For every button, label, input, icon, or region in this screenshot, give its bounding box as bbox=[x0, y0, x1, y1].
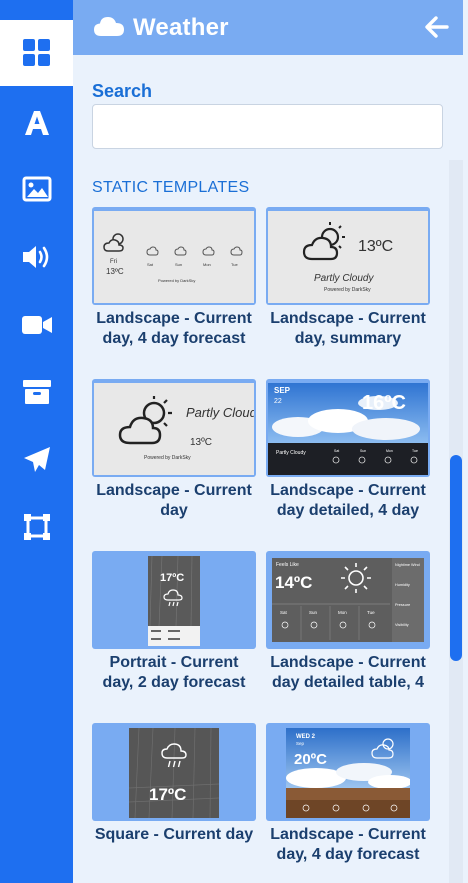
day-label: Sun bbox=[175, 262, 182, 267]
summary-preview: 13ºC Partly Cloudy Powered by DarkSky bbox=[302, 222, 393, 293]
search-input[interactable] bbox=[92, 104, 443, 149]
temp-label: 16ºC bbox=[362, 392, 406, 414]
side-label: Humidity bbox=[395, 583, 410, 587]
rail-item-image[interactable] bbox=[0, 156, 73, 222]
partly-cloudy-icon bbox=[302, 222, 345, 261]
template-thumbnail[interactable]: Partly Cloudy 13ºC Powered by DarkSky bbox=[92, 379, 256, 477]
temp-label: 13ºC bbox=[190, 437, 212, 448]
template-caption: Landscape - Current day detailed, 4 day bbox=[270, 482, 426, 519]
temp-label: 17ºC bbox=[149, 785, 186, 804]
left-rail bbox=[0, 0, 73, 883]
template-thumbnail[interactable]: SEP 22 16ºC Partly Cloudy Sat Sun Mon Tu… bbox=[266, 379, 430, 477]
rail-item-grid[interactable] bbox=[0, 20, 73, 86]
template-card[interactable]: Feels Like 14ºC Sat Sun Mon Tue Nightime… bbox=[266, 551, 430, 693]
portrait-preview: 17ºC bbox=[148, 555, 200, 646]
template-thumbnail[interactable]: 17ºC bbox=[92, 723, 256, 821]
weather-panel: Weather Search STATIC TEMPLATES Fri 13ºC… bbox=[73, 0, 468, 883]
template-thumbnail[interactable]: Fri 13ºC Sat Sun Mon Tue Powered by Dark… bbox=[92, 207, 256, 305]
template-caption: Landscape - Current day, 4 day forecast bbox=[96, 310, 252, 347]
side-label: Visibility bbox=[395, 623, 409, 627]
template-caption: Landscape - Current day, 4 day forecast bbox=[270, 826, 426, 863]
powered-by-label: Powered by DarkSky bbox=[144, 455, 191, 461]
powered-by-label: Powered by DarkSky bbox=[158, 278, 195, 283]
side-label: Pressure bbox=[395, 603, 410, 607]
scrollbar-thumb[interactable] bbox=[450, 455, 462, 661]
text-icon bbox=[24, 111, 49, 135]
day-label: Sun bbox=[309, 610, 318, 615]
template-thumbnail[interactable]: WED 2 Sep 20ºC bbox=[266, 723, 430, 821]
temp-label: 13ºC bbox=[106, 267, 124, 276]
template-thumbnail[interactable]: Feels Like 14ºC Sat Sun Mon Tue Nightime… bbox=[266, 551, 430, 649]
image-icon bbox=[22, 176, 51, 202]
template-card[interactable]: 13ºC Partly Cloudy Powered by DarkSky La… bbox=[266, 207, 430, 349]
panel-title: Weather bbox=[133, 14, 229, 41]
template-card[interactable]: Fri 13ºC Sat Sun Mon Tue Powered by Dark… bbox=[92, 207, 256, 349]
square-preview: 17ºC bbox=[128, 727, 220, 819]
date-label: 22 bbox=[274, 398, 282, 405]
template-thumbnail[interactable]: 17ºC bbox=[92, 551, 256, 649]
archive-icon bbox=[22, 380, 51, 404]
template-card[interactable]: 17ºC Square - Current day bbox=[92, 723, 256, 845]
detailed-preview: SEP 22 16ºC Partly Cloudy Sat Sun Mon Tu… bbox=[268, 383, 428, 475]
summary-label: Partly Cloudy bbox=[276, 450, 306, 456]
forecast-preview: Fri 13ºC Sat Sun Mon Tue Powered by Dark… bbox=[103, 233, 243, 283]
template-card[interactable]: Partly Cloudy 13ºC Powered by DarkSky La… bbox=[92, 379, 256, 521]
month-label: Sep bbox=[296, 741, 305, 746]
table-preview: Feels Like 14ºC Sat Sun Mon Tue Nightime… bbox=[272, 558, 424, 642]
side-label: Nightime Wind bbox=[395, 563, 420, 567]
day-label: Sun bbox=[360, 449, 366, 453]
grid-icon bbox=[22, 39, 50, 66]
partly-cloudy-icon bbox=[118, 396, 172, 445]
partly-cloudy-icon bbox=[103, 233, 124, 252]
day-label: Tue bbox=[412, 449, 418, 453]
day-label: Tue bbox=[231, 262, 239, 267]
current-day-preview: Partly Cloudy 13ºC Powered by DarkSky bbox=[118, 396, 256, 461]
day-label: Mon bbox=[386, 449, 393, 453]
rail-item-widget[interactable] bbox=[0, 494, 73, 560]
summary-label: Partly Cloudy bbox=[186, 405, 254, 420]
template-card[interactable]: WED 2 Sep 20ºC Landscape - Current day, … bbox=[266, 723, 430, 865]
template-caption: Portrait - Current day, 2 day forecast bbox=[102, 654, 246, 691]
rail-item-send[interactable] bbox=[0, 427, 73, 493]
month-label: SEP bbox=[274, 386, 291, 395]
rail-item-video[interactable] bbox=[0, 292, 73, 358]
temp-label: 20ºC bbox=[294, 751, 327, 768]
section-title: STATIC TEMPLATES bbox=[92, 179, 250, 196]
day-label: Sat bbox=[280, 610, 288, 615]
day-label: Tue bbox=[367, 610, 375, 615]
template-caption: Landscape - Current day detailed table, … bbox=[270, 654, 426, 691]
day-label: Fri bbox=[110, 259, 117, 265]
panel-header: Weather bbox=[73, 0, 463, 55]
cloud-icon bbox=[94, 17, 124, 36]
day-label: Sat bbox=[147, 262, 154, 267]
mini-cloud-icon bbox=[146, 246, 243, 256]
template-caption: Landscape - Current day, summary bbox=[270, 310, 426, 347]
temp-label: 13ºC bbox=[358, 238, 393, 255]
rail-item-archive[interactable] bbox=[0, 359, 73, 425]
powered-by-label: Powered by DarkSky bbox=[324, 287, 371, 293]
summary-label: Partly Cloudy bbox=[314, 273, 374, 284]
widget-icon bbox=[23, 514, 50, 540]
day-label: Sat bbox=[334, 449, 339, 453]
audio-icon bbox=[22, 246, 48, 268]
day-label: WED 2 bbox=[296, 734, 316, 740]
search-label: Search bbox=[92, 81, 153, 101]
temp-label: 17ºC bbox=[160, 572, 184, 584]
feels-like-label: Feels Like bbox=[276, 562, 299, 568]
send-icon bbox=[23, 447, 50, 472]
weather-app: Weather Search STATIC TEMPLATES Fri 13ºC… bbox=[0, 0, 468, 883]
rail-item-text[interactable] bbox=[0, 90, 73, 156]
template-card[interactable]: SEP 22 16ºC Partly Cloudy Sat Sun Mon Tu… bbox=[266, 379, 430, 521]
video-icon bbox=[21, 316, 52, 334]
landscape-photo-preview: WED 2 Sep 20ºC bbox=[286, 728, 412, 818]
day-label: Mon bbox=[203, 262, 211, 267]
template-caption: Landscape - Current day bbox=[96, 482, 252, 519]
back-arrow-icon[interactable] bbox=[425, 16, 449, 38]
rail-item-audio[interactable] bbox=[0, 224, 73, 290]
temp-label: 14ºC bbox=[275, 573, 312, 592]
template-card[interactable]: 17ºC Portrait - Current day, 2 day forec… bbox=[92, 551, 256, 693]
day-label: Mon bbox=[338, 610, 347, 615]
template-caption: Square - Current day bbox=[94, 826, 254, 843]
template-thumbnail[interactable]: 13ºC Partly Cloudy Powered by DarkSky bbox=[266, 207, 430, 305]
